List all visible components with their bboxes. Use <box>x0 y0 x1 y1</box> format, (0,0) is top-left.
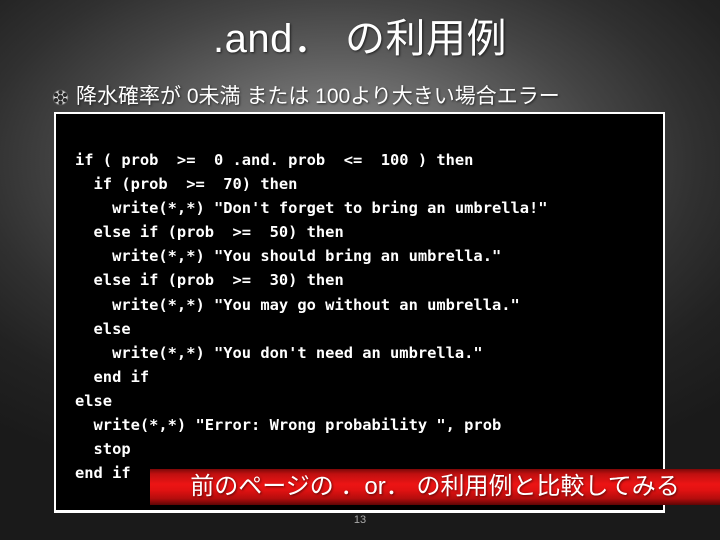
bullet-label: 降水確率が 0未満 または 100より大きい場合エラー <box>76 85 560 108</box>
code-block: if ( prob >= 0 .and. prob <= 100 ) then … <box>54 112 665 512</box>
flower-bullet-icon <box>52 89 69 105</box>
bullet-item: 降水確率が 0未満 または 100より大きい場合エラー <box>52 84 692 110</box>
page-title: .and． の利用例 <box>213 17 507 61</box>
fortran-code: if ( prob >= 0 .and. prob <= 100 ) then … <box>75 151 548 483</box>
callout-banner: 前のページの ．or． の利用例と比較してみる <box>150 469 720 505</box>
callout-label: 前のページの ．or． の利用例と比較してみる <box>190 473 680 500</box>
slide-canvas: .and． の利用例 降水確率が 0未満 または 100より大きい場合エラー i… <box>0 0 720 540</box>
page-number: 13 <box>353 514 367 526</box>
